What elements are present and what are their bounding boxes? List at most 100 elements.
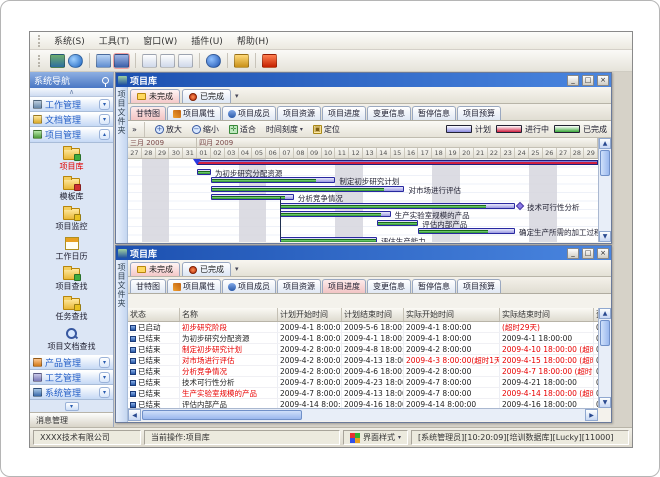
table-vertical-scrollbar[interactable]: ▲ ▼ (598, 308, 611, 408)
tab-项目进度[interactable]: 项目进度 (322, 106, 366, 120)
report-new-icon[interactable] (142, 54, 157, 68)
project-folder-strip[interactable]: 项目文件夹 (116, 260, 128, 422)
sidebar-item-项目监控[interactable]: 项目监控 (30, 205, 113, 235)
table-row[interactable]: 已结束分析竞争情况2009-4-2 8:00:002009-4-6 18:00:… (128, 366, 598, 377)
tab-项目成员[interactable]: 项目成员 (222, 106, 276, 120)
exit-icon[interactable] (262, 54, 277, 68)
table-horizontal-scrollbar[interactable]: ◀ ▶ (128, 408, 598, 421)
chevron-down-icon[interactable]: ▾ (99, 372, 110, 383)
maximize-button[interactable]: □ (582, 248, 594, 259)
table-row[interactable]: 已结束为初步研究分配资源2009-4-1 8:00:002009-4-1 18:… (128, 333, 598, 344)
menu-窗口(W)[interactable]: 窗口(W) (136, 32, 184, 49)
tab-甘特图[interactable]: 甘特图 (130, 106, 166, 120)
sidebar-section-系统管理[interactable]: 系统管理▾ (30, 385, 113, 400)
scroll-right-icon[interactable]: ▶ (585, 409, 598, 421)
sidebar-item-模板库[interactable]: 模板库 (30, 175, 113, 205)
tab-暂停信息[interactable]: 暂停信息 (412, 106, 456, 120)
help-icon[interactable] (206, 54, 221, 68)
toolbar-more-button[interactable]: » (132, 125, 137, 134)
sidebar-collapse-strip[interactable]: ∧ (30, 88, 113, 97)
sidebar-section-工艺管理[interactable]: 工艺管理▾ (30, 370, 113, 385)
minimize-button[interactable]: _ (567, 75, 579, 86)
column-header-计划结束时间[interactable]: 计划结束时间 (342, 308, 404, 321)
sidebar-item-项目查找[interactable]: 项目查找 (30, 265, 113, 295)
lock-icon[interactable] (234, 54, 249, 68)
tab-已完成[interactable]: 已完成 (182, 262, 231, 276)
scroll-up-icon[interactable]: ▲ (599, 138, 611, 149)
zoom-out-button[interactable]: −缩小 (189, 123, 222, 136)
sidebar-item-项目文档查找[interactable]: 项目文档查找 (30, 325, 113, 355)
sidebar-section-产品管理[interactable]: 产品管理▾ (30, 355, 113, 370)
gantt-bar[interactable] (211, 194, 294, 200)
globe-icon[interactable] (68, 54, 83, 68)
scrollbar-thumb[interactable] (142, 410, 302, 420)
report-edit-icon[interactable] (160, 54, 175, 68)
table-row[interactable]: 已结束评估内部产品2009-4-14 8:00:002009-4-16 18:0… (128, 399, 598, 408)
column-header-计划开始时间[interactable]: 计划开始时间 (278, 308, 342, 321)
tab-项目资源[interactable]: 项目资源 (277, 279, 321, 293)
tab-项目成员[interactable]: 项目成员 (222, 279, 276, 293)
sidebar-item-任务查找[interactable]: 任务查找 (30, 295, 113, 325)
project-folder-strip[interactable]: 项目文件夹 (116, 87, 128, 243)
gantt-bar[interactable] (418, 228, 515, 234)
tab-已完成[interactable]: 已完成 (182, 89, 231, 103)
ui-style-button[interactable]: 界面样式 ▾ (343, 430, 408, 445)
scroll-down-icon[interactable]: ▼ (599, 231, 611, 242)
tab-变更信息[interactable]: 变更信息 (367, 106, 411, 120)
tab-message-management[interactable]: 消息管理 (30, 412, 113, 427)
gantt-vertical-scrollbar[interactable]: ▲ ▼ (598, 138, 611, 242)
table-row[interactable]: 已结束生产实验室规模的产品2009-4-7 8:00:002009-4-13 1… (128, 388, 598, 399)
folder-open-icon[interactable] (96, 54, 111, 68)
table-row[interactable]: 已结束对市场进行评估2009-4-2 8:00:002009-4-13 18:0… (128, 355, 598, 366)
column-header-实际开始时间[interactable]: 实际开始时间 (404, 308, 500, 321)
gantt-bar[interactable] (211, 186, 405, 192)
scrollbar-thumb[interactable] (600, 320, 610, 346)
monitor-icon[interactable] (50, 54, 65, 68)
chevron-down-icon[interactable]: ▾ (99, 387, 110, 398)
tab-项目预算[interactable]: 项目预算 (457, 279, 501, 293)
tab-项目进度[interactable]: 项目进度 (322, 279, 366, 293)
sidebar-item-项目库[interactable]: 项目库 (30, 145, 113, 175)
chevron-down-icon[interactable]: ▾ (99, 357, 110, 368)
time-scale-button[interactable]: 时间刻度▾ (263, 123, 306, 136)
chevron-down-icon[interactable]: ▾ (99, 114, 110, 125)
minimize-button[interactable]: _ (567, 248, 579, 259)
column-header-实际结束时间[interactable]: 实际结束时间 (500, 308, 594, 321)
gantt-bar[interactable] (280, 211, 391, 217)
locate-button[interactable]: ▣定位 (310, 123, 343, 136)
gantt-bar[interactable] (377, 220, 418, 226)
column-header-状态[interactable]: 状态 (128, 308, 180, 321)
scroll-left-icon[interactable]: ◀ (128, 409, 141, 421)
gantt-window-titlebar[interactable]: 项目库 _ □ × (116, 73, 611, 87)
pin-icon[interactable] (102, 77, 109, 84)
scrollbar-thumb[interactable] (600, 150, 610, 176)
chevron-down-icon[interactable]: ▾ (65, 402, 79, 411)
tab-未完成[interactable]: 未完成 (130, 262, 180, 276)
tab-项目资源[interactable]: 项目资源 (277, 106, 321, 120)
tab-项目预算[interactable]: 项目预算 (457, 106, 501, 120)
menu-插件(U)[interactable]: 插件(U) (184, 32, 230, 49)
tab-暂停信息[interactable]: 暂停信息 (412, 279, 456, 293)
sidebar-section-工作管理[interactable]: 工作管理▾ (30, 97, 113, 112)
chevron-up-icon[interactable]: ▴ (99, 129, 110, 140)
tab-未完成[interactable]: 未完成 (130, 89, 180, 103)
zoom-in-button[interactable]: +放大 (152, 123, 185, 136)
menu-帮助(H)[interactable]: 帮助(H) (230, 32, 276, 49)
gantt-summary-bar[interactable] (197, 160, 598, 165)
maximize-button[interactable]: □ (582, 75, 594, 86)
save-icon[interactable] (114, 54, 129, 68)
sidebar-section-文档管理[interactable]: 文档管理▾ (30, 112, 113, 127)
tab-变更信息[interactable]: 变更信息 (367, 279, 411, 293)
tab-甘特图[interactable]: 甘特图 (130, 279, 166, 293)
gantt-bar[interactable] (280, 237, 377, 243)
sidebar-item-工作日历[interactable]: 工作日历 (30, 235, 113, 265)
tab-overflow-icon[interactable]: ▾ (235, 92, 239, 100)
close-button[interactable]: × (597, 75, 609, 86)
column-header-名称[interactable]: 名称 (180, 308, 278, 321)
close-button[interactable]: × (597, 248, 609, 259)
tab-项目属性[interactable]: 项目属性 (167, 279, 221, 293)
sidebar-section-项目管理[interactable]: 项目管理▴ (30, 127, 113, 142)
table-row[interactable]: 已启动初步研究阶段2009-4-1 8:00:002009-5-6 18:00:… (128, 322, 598, 333)
gantt-bar[interactable] (280, 203, 515, 209)
fit-button[interactable]: ✛适合 (226, 123, 259, 136)
